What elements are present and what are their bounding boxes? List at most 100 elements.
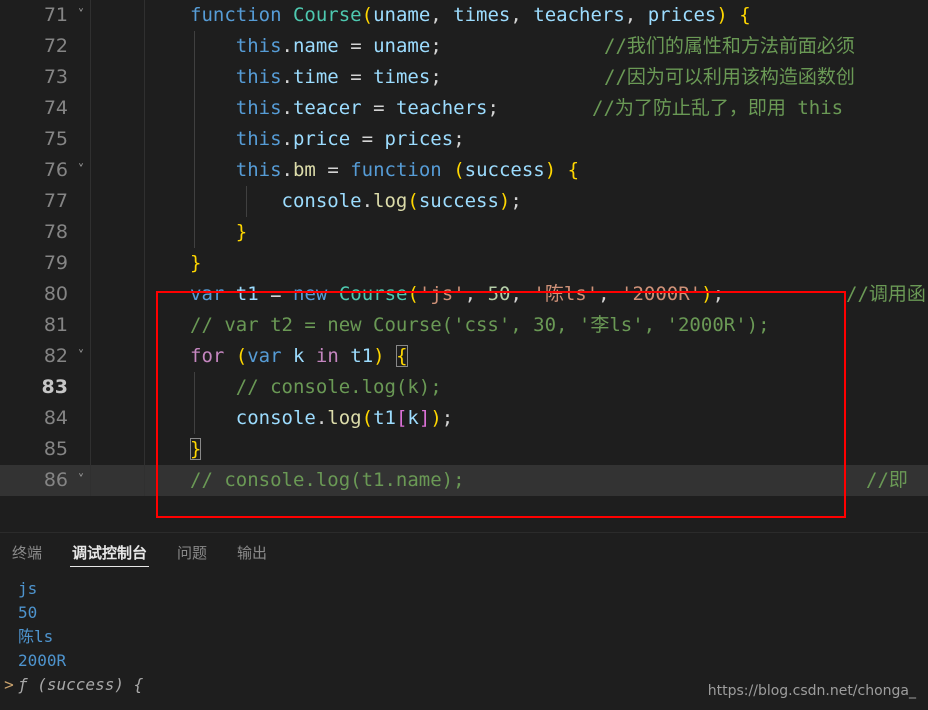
- gutter-column-2: [90, 93, 144, 124]
- code-line-current[interactable]: 83 // console.log(k);: [0, 372, 928, 403]
- gutter-column-3: [144, 155, 190, 186]
- gutter-column-2: [90, 279, 144, 310]
- code-line[interactable]: 80 var t1 = new Course('js', 50, '陈ls', …: [0, 279, 928, 310]
- line-number: 75: [43, 128, 68, 150]
- inline-comment: //因为可以利用该构造函数创: [604, 66, 855, 88]
- code-editor[interactable]: 71 ˅ function Course(uname, times, teach…: [0, 0, 928, 532]
- code-line[interactable]: 77 console.log(success);: [0, 186, 928, 217]
- gutter-column-3: [144, 217, 190, 248]
- chevron-down-icon[interactable]: ˅: [72, 0, 90, 31]
- code-content: }: [190, 438, 202, 460]
- gutter-column-3: [144, 434, 190, 465]
- gutter-column-2: [90, 248, 144, 279]
- code-line[interactable]: 78 }: [0, 217, 928, 248]
- line-number: 73: [43, 66, 68, 88]
- gutter-column-3: [144, 372, 190, 403]
- line-number: 80: [43, 283, 68, 305]
- gutter-column-2: [90, 465, 144, 496]
- line-number: 86: [0, 465, 68, 496]
- bottom-panel: 终端 调试控制台 问题 输出 js 50 陈ls 2000R > ƒ (succe…: [0, 532, 928, 710]
- code-content: for (var k in t1) {: [190, 345, 408, 367]
- chevron-down-icon[interactable]: ˅: [72, 465, 90, 496]
- code-line[interactable]: 84 console.log(t1[k]);: [0, 403, 928, 434]
- code-content: // var t2 = new Course('css', 30, '李ls',…: [190, 314, 770, 336]
- console-line: 陈ls: [18, 627, 54, 646]
- code-content: this.teacer = teachers;: [235, 97, 499, 119]
- gutter-column-3: [144, 248, 190, 279]
- gutter-column-3: [144, 465, 190, 496]
- line-number: 72: [43, 35, 68, 57]
- prompt-arrow-icon: >: [4, 675, 14, 694]
- code-content: function Course(uname, times, teachers, …: [190, 4, 751, 26]
- line-number: 77: [43, 190, 68, 212]
- gutter-column-3: [144, 186, 190, 217]
- code-content: this.price = prices;: [235, 128, 465, 150]
- vscode-window: 71 ˅ function Course(uname, times, teach…: [0, 0, 928, 710]
- code-content: console.log(success);: [281, 190, 522, 212]
- gutter-column-3: [144, 0, 190, 31]
- code-line[interactable]: 85 }: [0, 434, 928, 465]
- code-content: this.bm = function (success) {: [235, 159, 580, 181]
- inline-comment: //调用函: [846, 283, 926, 305]
- code-line[interactable]: 81 // var t2 = new Course('css', 30, '李l…: [0, 310, 928, 341]
- code-content: // console.log(t1.name);: [190, 469, 465, 491]
- chevron-down-icon[interactable]: ˅: [72, 341, 90, 372]
- gutter-column-2: [90, 155, 144, 186]
- line-number: 71: [43, 4, 68, 26]
- console-line: js: [18, 579, 38, 598]
- code-content: }: [190, 252, 202, 274]
- code-line[interactable]: 79 }: [0, 248, 928, 279]
- line-number: 79: [43, 252, 68, 274]
- tab-debug-console[interactable]: 调试控制台: [70, 533, 150, 571]
- panel-tab-bar: 终端 调试控制台 问题 输出: [0, 533, 928, 571]
- code-line[interactable]: 73 this.time = times; //因为可以利用该构造函数创: [0, 62, 928, 93]
- code-content: var t1 = new Course('js', 50, '陈ls', '20…: [190, 283, 725, 305]
- debug-console-output[interactable]: js 50 陈ls 2000R > ƒ (success) {: [0, 571, 928, 697]
- gutter-column-2: [90, 310, 144, 341]
- inline-comment: //我们的属性和方法前面必须: [604, 35, 855, 57]
- line-number: 74: [43, 97, 68, 119]
- code-line[interactable]: 82 ˅ for (var k in t1) {: [0, 341, 928, 372]
- tab-terminal[interactable]: 终端: [10, 533, 44, 571]
- tab-problems[interactable]: 问题: [175, 533, 209, 571]
- code-content: this.time = times;: [235, 66, 442, 88]
- line-number: 78: [43, 221, 68, 243]
- console-line: 50: [18, 603, 38, 622]
- line-number: 83: [41, 376, 68, 398]
- gutter-column-2: [90, 372, 144, 403]
- code-line[interactable]: 72 this.name = uname; //我们的属性和方法前面必须: [0, 31, 928, 62]
- code-content: this.name = uname;: [235, 35, 442, 57]
- console-function-text: ƒ (success) {: [18, 675, 144, 694]
- code-line[interactable]: 86 ˅ // console.log(t1.name); //即: [0, 465, 928, 496]
- inline-comment: //即: [866, 469, 908, 491]
- line-number: 76: [43, 159, 68, 181]
- line-number: 82: [43, 345, 68, 367]
- line-number: 84: [43, 407, 68, 429]
- code-content: // console.log(k);: [190, 376, 442, 398]
- gutter-column-3: [144, 310, 190, 341]
- code-content: }: [235, 221, 248, 243]
- gutter-column-2: [90, 124, 144, 155]
- code-line[interactable]: 71 ˅ function Course(uname, times, teach…: [0, 0, 928, 31]
- code-line[interactable]: 74 this.teacer = teachers; //为了防止乱了，即用 t…: [0, 93, 928, 124]
- line-number: 81: [43, 314, 68, 336]
- inline-comment: //为了防止乱了，即用 this: [592, 97, 844, 119]
- tab-output[interactable]: 输出: [235, 533, 269, 571]
- gutter-column-2: [90, 0, 144, 31]
- line-number: 85: [43, 438, 68, 460]
- gutter-column-3: [144, 124, 190, 155]
- gutter-column-2: [90, 31, 144, 62]
- gutter-column-2: [90, 403, 144, 434]
- watermark-url: https://blog.csdn.net/chonga_: [707, 683, 916, 699]
- console-line: 2000R: [18, 651, 67, 670]
- code-line[interactable]: 75 this.price = prices;: [0, 124, 928, 155]
- gutter-column-3: [144, 279, 190, 310]
- gutter-column-3: [144, 93, 190, 124]
- code-line[interactable]: 76 ˅ this.bm = function (success) {: [0, 155, 928, 186]
- gutter-column-2: [90, 62, 144, 93]
- gutter-column-2: [90, 341, 144, 372]
- gutter-column-3: [144, 341, 190, 372]
- gutter-column-2: [90, 434, 144, 465]
- gutter-column-2: [90, 217, 144, 248]
- chevron-down-icon[interactable]: ˅: [72, 155, 90, 186]
